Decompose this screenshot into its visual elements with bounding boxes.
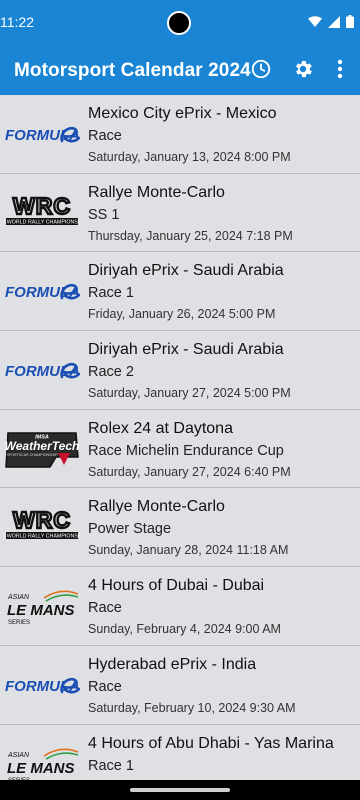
- event-session: SS 1: [88, 206, 120, 223]
- event-title: Rallye Monte-Carlo: [88, 183, 225, 201]
- alms-logo-top: ASIAN: [7, 752, 30, 759]
- formula-e-logo: FORMULA: [5, 677, 80, 695]
- series-logo: FORMULA: [3, 660, 81, 710]
- status-time: 11:22: [0, 14, 34, 30]
- event-date: Saturday, February 10, 2024 9:30 AM: [88, 700, 296, 715]
- event-title: Rallye Monte-Carlo: [88, 498, 225, 516]
- camera-cutout: [167, 11, 191, 35]
- wrc-logo-sub: FIA WORLD RALLY CHAMPIONSHIP: [4, 219, 80, 225]
- event-date: Saturday, January 27, 2024 6:40 PM: [88, 464, 291, 479]
- asian-le-mans-logo: ASIAN LE MANS SERIES: [7, 590, 79, 626]
- wrc-logo-sub: FIA WORLD RALLY CHAMPIONSHIP: [4, 534, 80, 540]
- series-logo: ASIAN LE MANS SERIES: [3, 739, 81, 780]
- event-session: Power Stage: [88, 521, 172, 538]
- event-row[interactable]: WRC FIA WORLD RALLY CHAMPIONSHIP Rallye …: [0, 173, 360, 253]
- event-title: Mexico City ePrix - Mexico: [88, 105, 277, 122]
- event-row[interactable]: FORMULA Diriyah ePrix - Saudi Arabia Race…: [0, 331, 360, 410]
- wifi-icon: [308, 15, 322, 33]
- event-session: Race: [88, 128, 122, 144]
- series-logo: IMSA WeatherTech SPORTSCAR CHAMPIONSHIP: [3, 424, 81, 474]
- more-vert-icon[interactable]: [328, 57, 352, 81]
- event-title: Diriyah ePrix - Saudi Arabia: [88, 262, 284, 280]
- event-row[interactable]: IMSA WeatherTech SPORTSCAR CHAMPIONSHIP …: [0, 409, 360, 489]
- event-session: Race 1: [88, 285, 134, 302]
- event-list[interactable]: FORMULA Mexico City ePrix - Mexico Race Sa…: [0, 95, 360, 780]
- event-title: Rolex 24 at Daytona: [88, 419, 233, 437]
- imsa-logo-sub: SPORTSCAR CHAMPIONSHIP: [6, 453, 58, 457]
- navigation-bar: [0, 780, 360, 800]
- event-session: Race: [88, 600, 122, 617]
- event-date: Saturday, January 13, 2024 8:00 PM: [88, 150, 291, 164]
- event-title: Diriyah ePrix - Saudi Arabia: [88, 341, 284, 359]
- event-row[interactable]: WRC FIA WORLD RALLY CHAMPIONSHIP Rallye …: [0, 488, 360, 568]
- imsa-logo-main: WeatherTech: [5, 439, 80, 453]
- app-bar: Motorsport Calendar 2024: [0, 45, 360, 95]
- formula-e-logo: FORMULA: [5, 126, 80, 144]
- event-date: Friday, January 26, 2024 5:00 PM: [88, 307, 276, 322]
- status-bar: 11:22: [0, 0, 360, 45]
- formula-e-logo: FORMULA: [5, 362, 80, 380]
- home-gesture-handle[interactable]: [130, 788, 230, 792]
- series-logo: WRC FIA WORLD RALLY CHAMPIONSHIP: [3, 502, 81, 552]
- wrc-logo-text: WRC: [13, 194, 71, 219]
- alms-logo-main: LE MANS: [7, 602, 75, 619]
- event-title: 4 Hours of Dubai - Dubai: [88, 577, 265, 595]
- event-session: Race: [88, 678, 122, 695]
- event-title: Hyderabad ePrix - India: [88, 655, 257, 673]
- history-icon[interactable]: [249, 57, 273, 81]
- event-row[interactable]: FORMULA Hyderabad ePrix - India Race Satur…: [0, 645, 360, 725]
- series-logo: FORMULA: [3, 266, 81, 316]
- event-row[interactable]: ASIAN LE MANS SERIES 4 Hours of Dubai - …: [0, 567, 360, 646]
- event-session: Race 2: [88, 364, 134, 381]
- series-logo: WRC FIA WORLD RALLY CHAMPIONSHIP: [3, 188, 81, 238]
- imsa-weathertech-logo: IMSA WeatherTech SPORTSCAR CHAMPIONSHIP: [5, 432, 80, 468]
- event-session: Race Michelin Endurance Cup: [88, 442, 284, 459]
- event-row[interactable]: FORMULA Mexico City ePrix - Mexico Race Sa…: [0, 95, 360, 174]
- alms-logo-main: LE MANS: [7, 760, 75, 777]
- series-logo: ASIAN LE MANS SERIES: [3, 581, 81, 631]
- event-date: Sunday, January 28, 2024 11:18 AM: [88, 543, 289, 558]
- status-icons: [308, 15, 354, 33]
- settings-icon[interactable]: [291, 57, 315, 81]
- signal-icon: [328, 15, 340, 33]
- event-date: Sunday, February 4, 2024 9:00 AM: [88, 622, 281, 637]
- phone-screen: 11:22 Motorsport Calendar 2024 FORMULA M…: [0, 0, 360, 800]
- wrc-logo-text: WRC: [13, 508, 71, 533]
- event-row[interactable]: ASIAN LE MANS SERIES 4 Hours of Abu Dhab…: [0, 724, 360, 780]
- event-title: 4 Hours of Abu Dhabi - Yas Marina: [88, 734, 334, 752]
- alms-logo-top: ASIAN: [7, 594, 30, 601]
- wrc-logo: WRC FIA WORLD RALLY CHAMPIONSHIP: [4, 194, 80, 226]
- series-logo: FORMULA: [3, 345, 81, 395]
- asian-le-mans-logo: ASIAN LE MANS SERIES: [7, 748, 79, 780]
- battery-icon: [346, 15, 354, 33]
- app-title: Motorsport Calendar 2024: [14, 60, 251, 81]
- wrc-logo: WRC FIA WORLD RALLY CHAMPIONSHIP: [4, 508, 80, 540]
- event-row[interactable]: FORMULA Diriyah ePrix - Saudi Arabia Race…: [0, 252, 360, 332]
- alms-logo-sub: SERIES: [8, 620, 30, 626]
- event-date: Saturday, January 27, 2024 5:00 PM: [88, 386, 291, 401]
- event-session: Race 1: [88, 757, 134, 774]
- formula-e-logo: FORMULA: [5, 284, 80, 301]
- event-date: Thursday, January 25, 2024 7:18 PM: [88, 228, 293, 243]
- series-logo: FORMULA: [3, 109, 81, 159]
